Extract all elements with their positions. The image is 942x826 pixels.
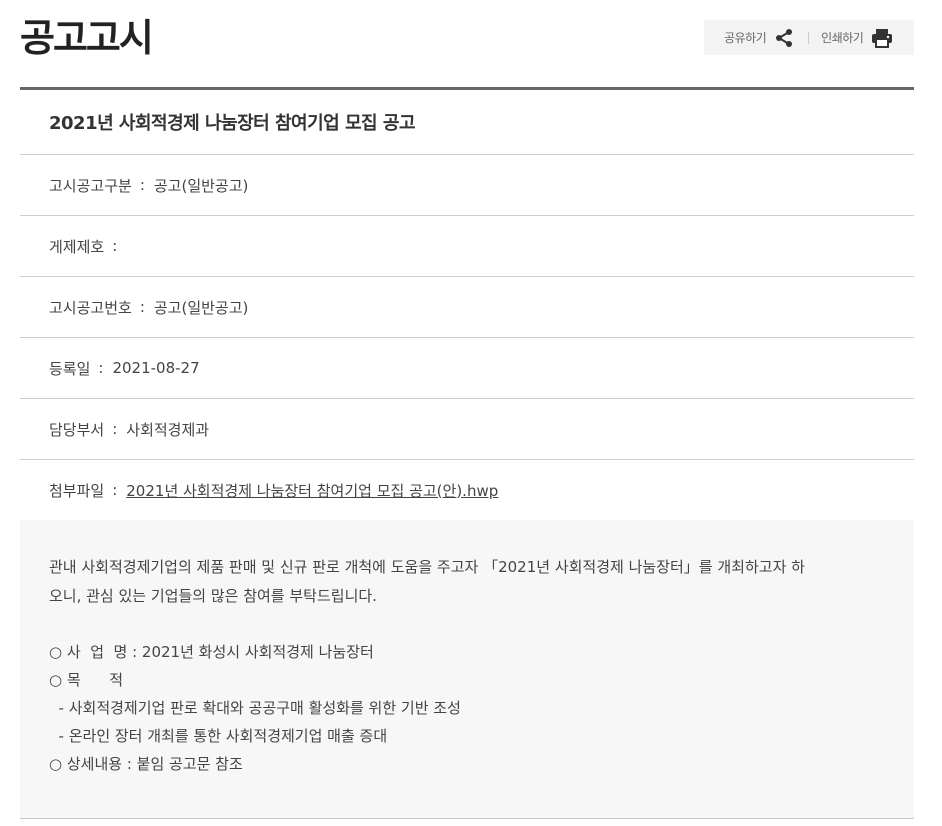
field-value: 2021-08-27 — [112, 359, 200, 377]
field-label: 등록일 — [49, 359, 91, 378]
body-detail-list: ○ 사 업 명 : 2021년 화성시 사회적경제 나눔장터 ○ 목 적 - 사… — [49, 638, 885, 778]
field-row-department: 담당부서 : 사회적경제과 — [20, 399, 914, 460]
field-separator: : — [112, 237, 118, 255]
list-item: - 사회적경제기업 판로 확대와 공공구매 활성화를 위한 기반 조성 — [49, 699, 461, 717]
share-button[interactable]: 공유하기 — [724, 28, 794, 48]
list-item: ○ 목 적 — [49, 671, 124, 689]
list-item: ○ 사 업 명 : 2021년 화성시 사회적경제 나눔장터 — [49, 643, 374, 661]
notice-title-row: 2021년 사회적경제 나눔장터 참여기업 모집 공고 — [20, 90, 914, 155]
field-separator: : — [139, 298, 145, 316]
list-item: - 온라인 장터 개최를 통한 사회적경제기업 매출 증대 — [49, 727, 388, 745]
field-separator: : — [112, 481, 118, 499]
field-separator: : — [139, 176, 145, 194]
page-title: 공고고시 — [20, 16, 154, 60]
field-label: 고시공고번호 — [49, 298, 132, 317]
field-row-attachment: 첨부파일 : 2021년 사회적경제 나눔장터 참여기업 모집 공고(안).hw… — [20, 460, 914, 521]
field-label: 담당부서 — [49, 420, 105, 439]
attachment-link[interactable]: 2021년 사회적경제 나눔장터 참여기업 모집 공고(안).hwp — [126, 480, 498, 501]
printer-icon — [872, 28, 893, 48]
notice-title: 2021년 사회적경제 나눔장터 참여기업 모집 공고 — [49, 113, 416, 134]
field-label: 게제제호 — [49, 237, 105, 256]
list-item: ○ 상세내용 : 붙임 공고문 참조 — [49, 755, 243, 773]
toolbar-divider — [808, 31, 810, 44]
share-icon — [776, 28, 793, 47]
field-value: 사회적경제과 — [126, 420, 210, 439]
field-separator: : — [112, 420, 118, 438]
print-button[interactable]: 인쇄하기 — [821, 28, 893, 48]
field-row-category: 고시공고구분 : 공고(일반공고) — [20, 155, 914, 216]
share-label: 공유하기 — [724, 31, 767, 45]
page-toolbar: 공유하기 인쇄하기 — [704, 20, 914, 55]
body-paragraph-line: 관내 사회적경제기업의 제품 판매 및 신규 판로 개척에 도움을 주고자 「2… — [49, 558, 805, 576]
field-value: 공고(일반공고) — [153, 298, 249, 317]
field-separator: : — [98, 359, 104, 377]
field-label: 첨부파일 — [49, 481, 105, 500]
field-row-issue-no: 게제제호 : — [20, 216, 914, 277]
print-label: 인쇄하기 — [821, 31, 864, 45]
field-label: 고시공고구분 — [49, 176, 132, 195]
field-row-notice-number: 고시공고번호 : 공고(일반공고) — [20, 277, 914, 338]
notice-body: 관내 사회적경제기업의 제품 판매 및 신규 판로 개척에 도움을 주고자 「2… — [20, 520, 914, 819]
field-row-registered-date: 등록일 : 2021-08-27 — [20, 338, 914, 399]
field-value: 공고(일반공고) — [153, 176, 249, 195]
body-paragraph-line: 오니, 관심 있는 기업들의 많은 참여를 부탁드립니다. — [49, 587, 377, 605]
